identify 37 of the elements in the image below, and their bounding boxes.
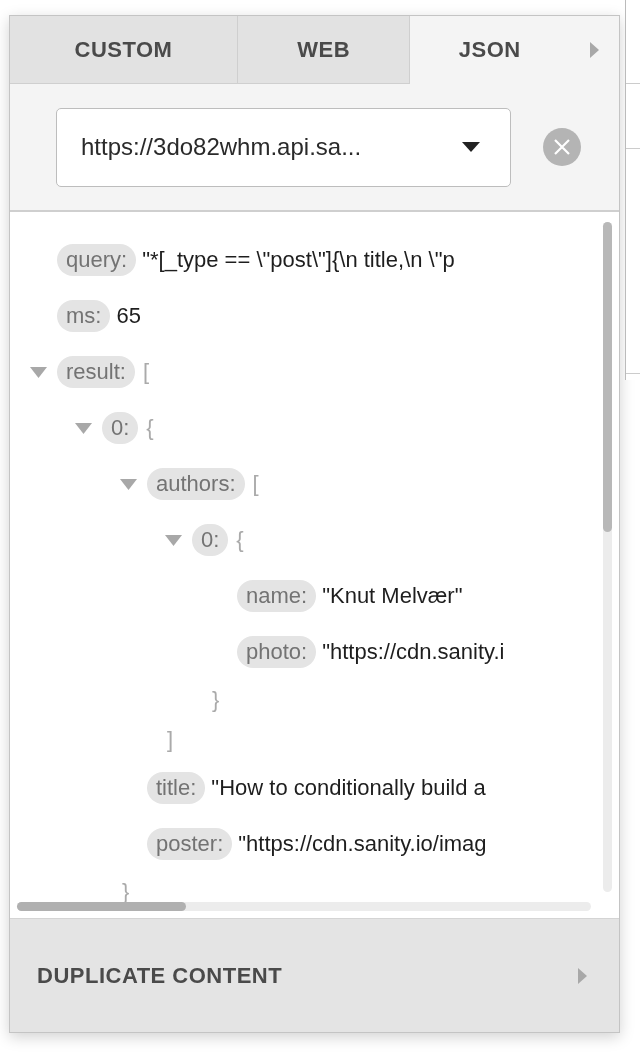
endpoint-dropdown[interactable]: https://3do82whm.api.sa... [56, 107, 511, 187]
json-value: "*[_type == \"post\"]{\n title,\n \"p [142, 247, 455, 273]
json-value: 65 [116, 303, 141, 329]
open-bracket: [ [142, 359, 150, 385]
clear-button[interactable] [543, 128, 581, 166]
close-bracket: } [212, 687, 220, 713]
caret-icon [578, 967, 587, 984]
caret-icon [589, 42, 599, 58]
close-icon [553, 138, 571, 156]
json-key: title: [147, 772, 206, 804]
json-key: name: [237, 580, 317, 612]
json-key: photo: [237, 636, 317, 668]
close-bracket: ] [167, 727, 174, 753]
duplicate-content-button[interactable]: DUPLICATE CONTENT [10, 918, 619, 1032]
open-bracket: [ [252, 471, 259, 497]
json-key: 0: [192, 524, 229, 556]
tab[interactable]: WEB [237, 16, 411, 84]
json-key: authors: [147, 468, 245, 500]
json-value: "https://cdn.sanity.i [322, 639, 505, 665]
open-bracket: { [236, 527, 244, 553]
json-key: poster: [147, 828, 233, 860]
json-key: query: [57, 244, 137, 276]
json-key: ms: [57, 300, 111, 332]
expand-toggle-icon[interactable] [120, 478, 137, 490]
json-key: 0: [102, 412, 139, 444]
json-value: "Knut Melvær" [322, 583, 463, 609]
json-value: "How to conditionally build a [211, 775, 486, 801]
expand-toggle-icon[interactable] [165, 534, 182, 546]
horizontal-scrollbar[interactable] [17, 902, 591, 911]
vertical-scrollbar[interactable] [603, 222, 612, 892]
open-bracket: { [146, 415, 154, 441]
tab[interactable]: CUSTOM [10, 16, 238, 84]
expand-toggle-icon[interactable] [75, 422, 92, 434]
expand-toggle-icon[interactable] [30, 366, 47, 378]
json-value: "https://cdn.sanity.io/imag [238, 831, 487, 857]
json-key: result: [57, 356, 135, 388]
caret-icon [462, 142, 480, 152]
